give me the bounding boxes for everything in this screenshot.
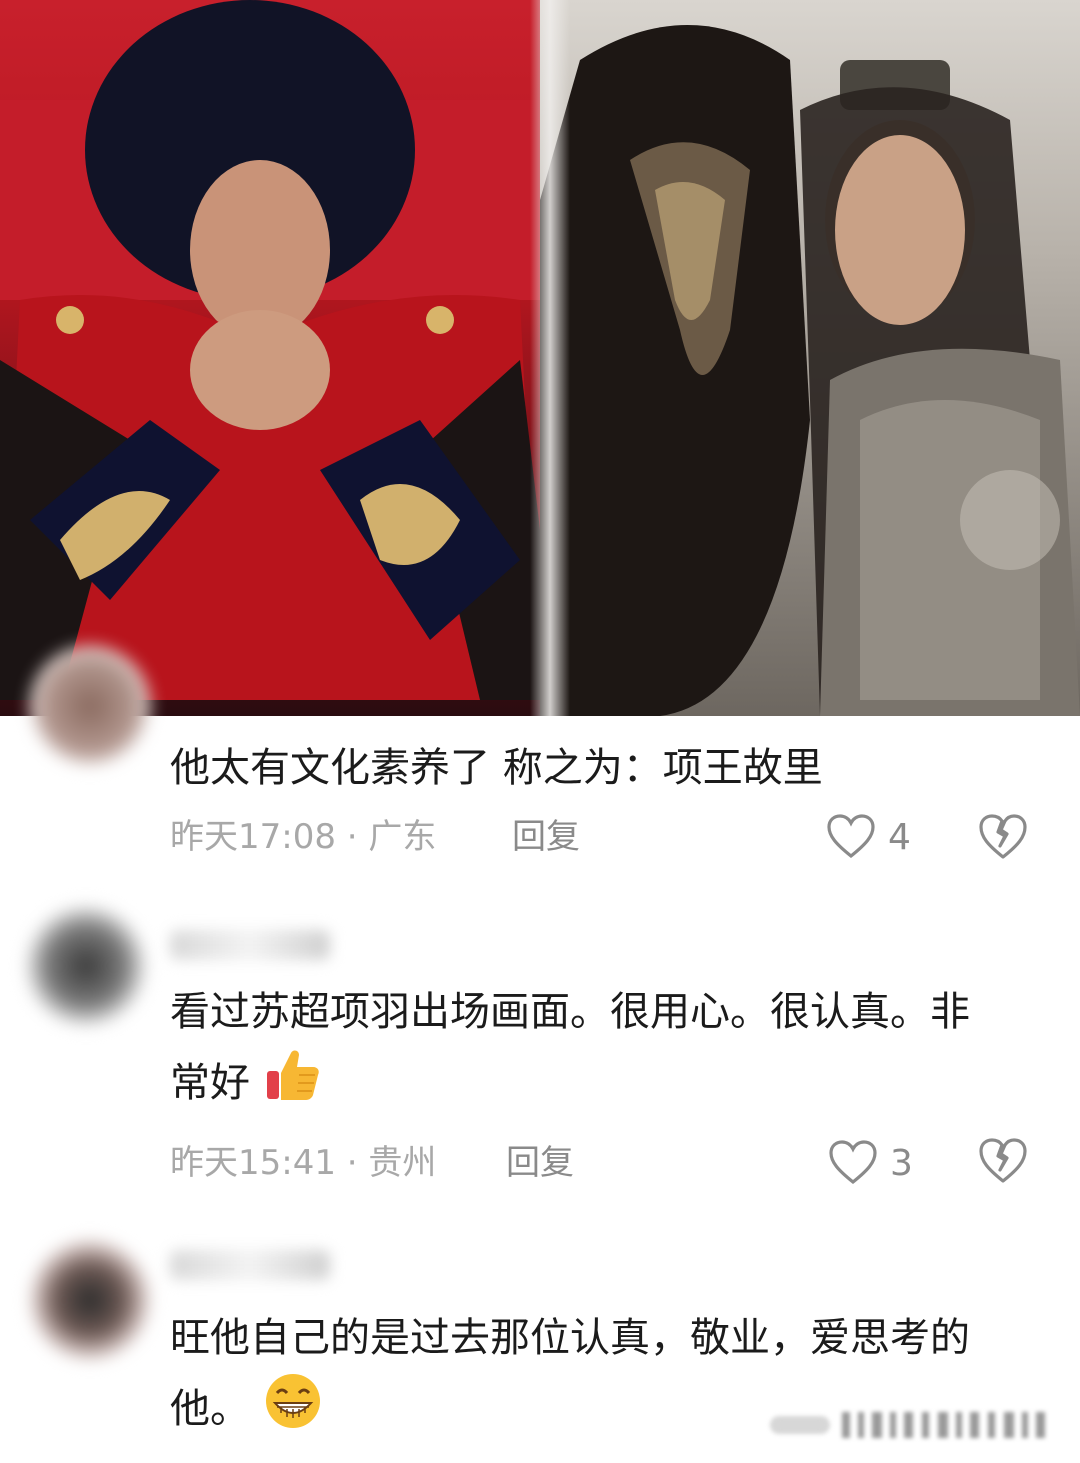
broken-heart-icon — [979, 814, 1027, 859]
comment-item-1: 他太有文化素养了 称之为：项王故里 昨天17:08 · 广东 回复 4 — [0, 646, 1080, 866]
meta-separator: · — [346, 817, 358, 857]
reply-button[interactable]: 回复 — [512, 812, 580, 862]
photo-left — [0, 0, 560, 716]
like-button[interactable]: 4 — [826, 812, 911, 862]
heart-outline-icon — [827, 814, 875, 859]
comment-text-content: 他太有文化素养了 称之为：项王故里 — [170, 745, 823, 791]
comment-location: 广东 — [368, 817, 437, 857]
comment-time: 昨天17:08 — [170, 817, 336, 857]
meta-separator: · — [346, 1143, 358, 1183]
avatar[interactable] — [26, 906, 146, 1026]
comment-meta: 昨天15:41 · 贵州 — [170, 1138, 436, 1188]
dislike-button[interactable] — [978, 1136, 1028, 1186]
avatar[interactable] — [30, 1240, 150, 1360]
photo-divider — [530, 0, 570, 716]
comment-meta: 昨天17:08 · 广东 — [170, 812, 436, 862]
heart-outline-icon — [829, 1140, 877, 1185]
post-image[interactable] — [0, 0, 1080, 716]
username[interactable] — [170, 1250, 330, 1280]
photo-right-art — [540, 25, 1080, 716]
watermark — [770, 1408, 1060, 1442]
dislike-button[interactable] — [978, 812, 1028, 862]
comment-item-2: 看过苏超项羽出场画面。很用心。很认真。非常好 昨天15:41 · 贵州 回复 3 — [0, 900, 1080, 1200]
comment-time: 昨天15:41 — [170, 1143, 336, 1183]
grinning-face-icon — [263, 1371, 323, 1451]
comment-text: 他太有文化素养了 称之为：项王故里 — [170, 736, 990, 801]
thumbs-up-icon — [263, 1045, 323, 1125]
like-count: 4 — [888, 816, 911, 858]
watermark-art — [770, 1412, 1045, 1438]
like-count: 3 — [890, 1142, 913, 1184]
comment-text: 看过苏超项羽出场画面。很用心。很认真。非常好 — [170, 980, 990, 1125]
username[interactable] — [170, 930, 330, 960]
comment-location: 贵州 — [368, 1143, 437, 1183]
avatar[interactable] — [30, 646, 150, 766]
photo-right — [540, 0, 1080, 716]
photo-left-art — [0, 0, 560, 700]
broken-heart-icon — [979, 1138, 1027, 1183]
like-button[interactable]: 3 — [828, 1138, 913, 1188]
reply-button[interactable]: 回复 — [506, 1138, 574, 1188]
